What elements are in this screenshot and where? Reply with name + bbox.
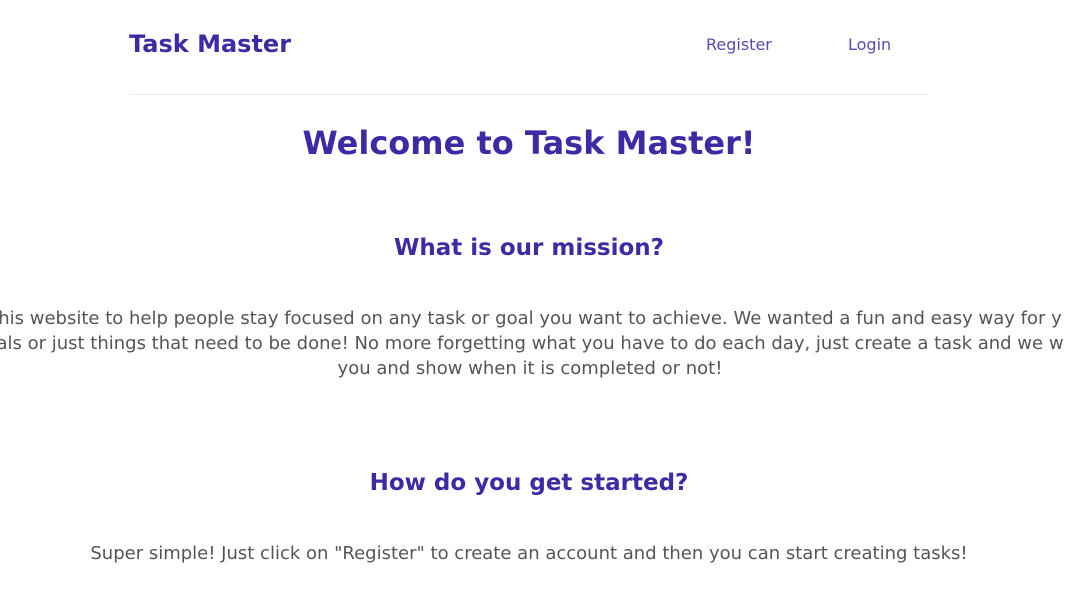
mission-heading: What is our mission?: [393, 235, 664, 261]
page-title: Welcome to Task Master!: [302, 124, 756, 162]
brand-logo-link[interactable]: Task Master: [129, 30, 291, 58]
get-started-paragraph: Super simple! Just click on "Register" t…: [90, 543, 968, 564]
mission-line-1: his website to help people stay focused …: [0, 308, 1062, 329]
mission-paragraph: his website to help people stay focused …: [0, 306, 1090, 381]
page: Task Master Register Login Welcome to Ta…: [0, 0, 1090, 598]
mission-line-2: als or just things that need to be done!…: [0, 333, 1064, 354]
nav-register-link[interactable]: Register: [706, 35, 772, 54]
get-started-heading: How do you get started?: [369, 470, 689, 496]
mission-line-3: you and show when it is completed or not…: [337, 358, 723, 379]
nav-login-link[interactable]: Login: [848, 35, 891, 54]
navbar: Task Master Register Login: [129, 0, 929, 95]
